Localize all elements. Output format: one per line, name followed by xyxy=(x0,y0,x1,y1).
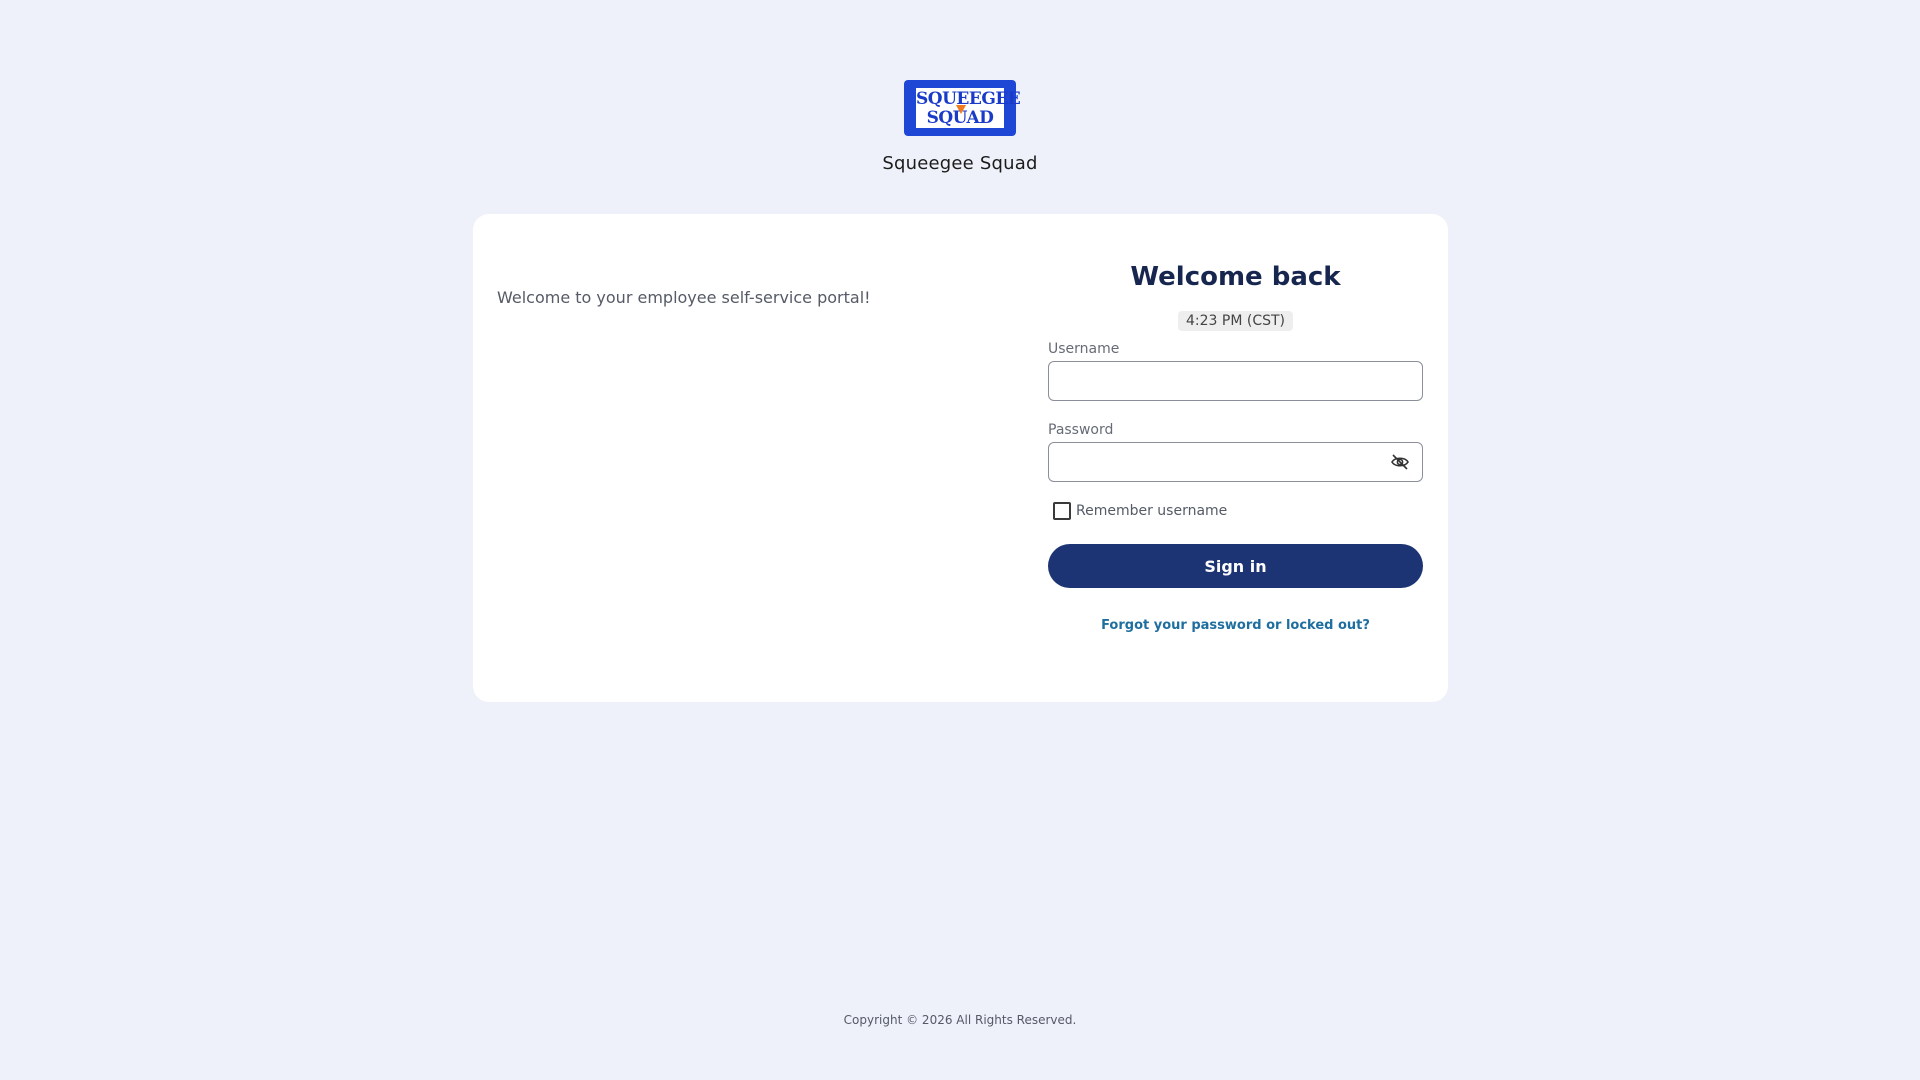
sign-in-button[interactable]: Sign in xyxy=(1048,544,1423,588)
password-label: Password xyxy=(1048,422,1114,438)
username-field xyxy=(1048,361,1423,401)
eye-off-icon[interactable] xyxy=(1390,452,1410,472)
remember-label[interactable]: Remember username xyxy=(1076,503,1227,519)
forgot-wrap: Forgot your password or locked out? xyxy=(1048,614,1423,633)
password-field xyxy=(1048,442,1423,482)
company-logo: SQUEEGEE SQUAD xyxy=(904,80,1021,136)
password-input[interactable] xyxy=(1049,443,1403,479)
current-time-badge: 4:23 PM (CST) xyxy=(1178,311,1293,331)
copyright-footer: Copyright © 2026 All Rights Reserved. xyxy=(843,1013,1077,1027)
portal-welcome-text: Welcome to your employee self-service po… xyxy=(497,288,871,307)
login-page: SQUEEGEE SQUAD Squeegee Squad Welcome to… xyxy=(0,0,1920,1080)
login-form: Welcome back 4:23 PM (CST) Username Pass… xyxy=(1048,214,1423,633)
form-title: Welcome back xyxy=(1130,262,1341,292)
brand-header: SQUEEGEE SQUAD Squeegee Squad xyxy=(0,80,1920,174)
remember-row: Remember username xyxy=(1048,502,1423,520)
username-input[interactable] xyxy=(1049,362,1403,398)
username-label: Username xyxy=(1048,341,1120,357)
login-card: Welcome to your employee self-service po… xyxy=(473,214,1448,702)
remember-checkbox[interactable] xyxy=(1053,502,1071,520)
forgot-password-link[interactable]: Forgot your password or locked out? xyxy=(1101,618,1370,633)
logo-text-line2: SQUAD xyxy=(926,108,994,128)
logo-plate: SQUEEGEE SQUAD xyxy=(916,88,1021,128)
company-name: Squeegee Squad xyxy=(882,153,1038,174)
time-wrap: 4:23 PM (CST) xyxy=(1048,310,1423,331)
